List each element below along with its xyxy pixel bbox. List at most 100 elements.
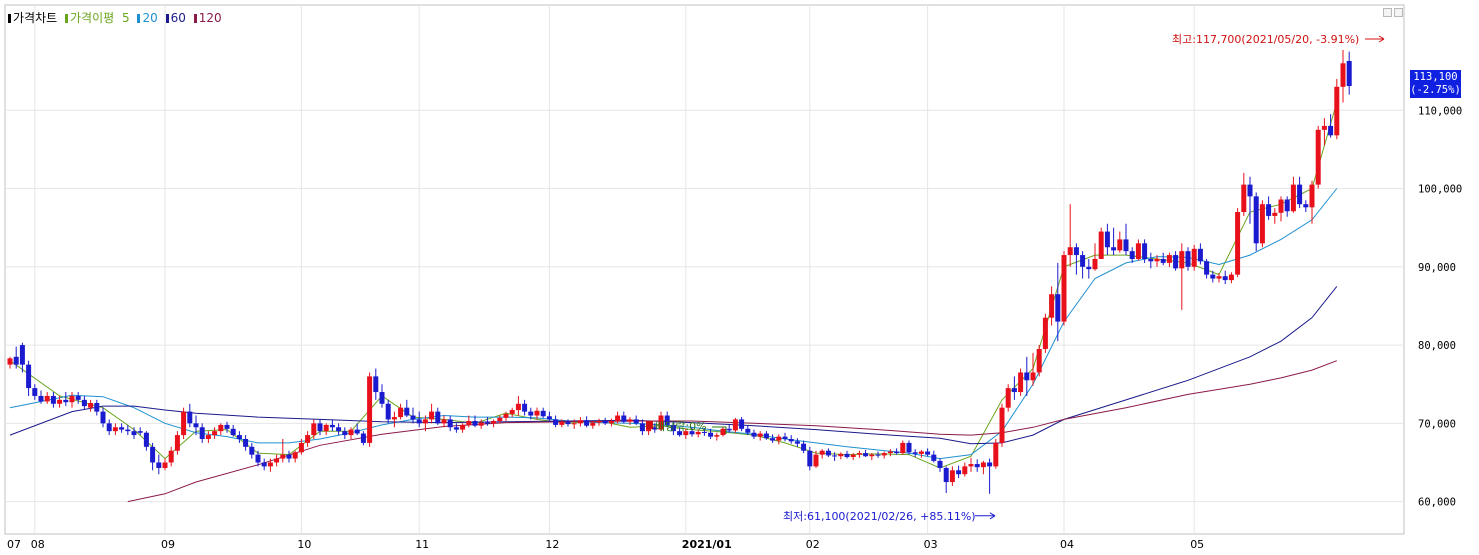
candle-body[interactable] <box>627 419 633 422</box>
candle-body[interactable] <box>131 431 137 436</box>
candle-body[interactable] <box>590 422 596 426</box>
candle-body[interactable] <box>1154 258 1160 262</box>
candle-body[interactable] <box>422 419 428 424</box>
candle-body[interactable] <box>515 403 521 411</box>
candle-body[interactable] <box>956 470 962 475</box>
candle-body[interactable] <box>491 420 497 424</box>
candle-body[interactable] <box>32 388 38 396</box>
candle-body[interactable] <box>763 433 769 439</box>
candle-body[interactable] <box>739 419 745 429</box>
candle-body[interactable] <box>348 429 354 436</box>
candle-body[interactable] <box>900 442 906 454</box>
candle-body[interactable] <box>980 462 986 468</box>
candle-body[interactable] <box>1259 204 1265 244</box>
candle-body[interactable] <box>534 410 540 416</box>
candle-body[interactable] <box>602 420 608 424</box>
candle-body[interactable] <box>88 402 94 408</box>
candle-body[interactable] <box>912 452 918 454</box>
candle-body[interactable] <box>503 413 509 418</box>
candle-body[interactable] <box>639 423 645 432</box>
candle-body[interactable] <box>156 462 162 468</box>
candle-body[interactable] <box>336 427 342 432</box>
candle-body[interactable] <box>429 411 435 420</box>
candle-body[interactable] <box>1334 86 1340 136</box>
candle-body[interactable] <box>1030 372 1036 381</box>
candle-body[interactable] <box>869 454 875 457</box>
candle-body[interactable] <box>447 419 453 428</box>
candle-body[interactable] <box>317 423 323 432</box>
candle-body[interactable] <box>819 450 825 455</box>
legend-item-price-chart[interactable]: 가격차트 <box>8 11 57 25</box>
candle-body[interactable] <box>931 454 937 461</box>
candle-body[interactable] <box>441 419 447 424</box>
candle-body[interactable] <box>615 415 621 421</box>
candle-body[interactable] <box>801 443 807 451</box>
candle-body[interactable] <box>1228 274 1234 281</box>
candle-body[interactable] <box>1235 212 1241 275</box>
candle-body[interactable] <box>776 436 782 441</box>
candle-body[interactable] <box>1191 248 1197 267</box>
candle-body[interactable] <box>379 392 385 404</box>
candle-body[interactable] <box>1241 184 1247 213</box>
candle-body[interactable] <box>714 435 720 437</box>
candle-body[interactable] <box>1303 204 1309 208</box>
candle-body[interactable] <box>7 358 13 365</box>
candle-body[interactable] <box>174 435 180 451</box>
candle-body[interactable] <box>863 453 869 457</box>
candle-body[interactable] <box>199 427 205 439</box>
candle-body[interactable] <box>367 376 373 443</box>
candle-body[interactable] <box>745 428 751 433</box>
candle-body[interactable] <box>937 460 943 468</box>
candle-body[interactable] <box>881 453 887 456</box>
candle-body[interactable] <box>13 356 19 365</box>
candle-body[interactable] <box>69 395 75 403</box>
candle-body[interactable] <box>497 417 503 421</box>
candle-body[interactable] <box>1297 184 1303 205</box>
candle-body[interactable] <box>280 454 286 459</box>
candle-body[interactable] <box>125 429 131 432</box>
candle-body[interactable] <box>81 399 87 407</box>
candlestick-chart[interactable]: 60,000 70,000 80,000 90,000 100,000 110,000 07… <box>0 0 1479 555</box>
candle-body[interactable] <box>887 451 893 454</box>
candle-body[interactable] <box>162 462 168 468</box>
maximize-icon[interactable] <box>1383 8 1392 17</box>
candle-body[interactable] <box>751 432 757 437</box>
candle-body[interactable] <box>974 464 980 468</box>
candle-body[interactable] <box>1272 212 1278 216</box>
candle-body[interactable] <box>1309 184 1315 208</box>
candle-body[interactable] <box>1340 63 1346 87</box>
candle-body[interactable] <box>453 427 459 430</box>
candle-body[interactable] <box>1210 274 1216 279</box>
candle-body[interactable] <box>825 450 831 456</box>
candle-body[interactable] <box>850 454 856 457</box>
candle-body[interactable] <box>298 442 304 453</box>
candle-body[interactable] <box>1011 388 1017 393</box>
candle-body[interactable] <box>571 423 577 425</box>
candle-body[interactable] <box>807 450 813 467</box>
candle-body[interactable] <box>1247 184 1253 197</box>
candle-body[interactable] <box>1290 184 1296 212</box>
candle-body[interactable] <box>1092 258 1098 270</box>
candle-body[interactable] <box>925 451 931 455</box>
candle-body[interactable] <box>1179 251 1185 269</box>
candle-body[interactable] <box>1185 251 1191 267</box>
candle-body[interactable] <box>1005 388 1011 408</box>
candle-body[interactable] <box>94 402 100 412</box>
candle-body[interactable] <box>1086 266 1092 270</box>
candle-body[interactable] <box>553 419 559 425</box>
candle-body[interactable] <box>435 411 441 424</box>
close-icon[interactable] <box>1394 8 1403 17</box>
candle-body[interactable] <box>1036 348 1042 373</box>
candle-body[interactable] <box>249 446 255 455</box>
candle-body[interactable] <box>943 467 949 483</box>
candle-body[interactable] <box>708 432 714 437</box>
candle-body[interactable] <box>63 399 69 403</box>
candle-body[interactable] <box>100 411 106 424</box>
candle-body[interactable] <box>329 424 335 428</box>
candle-body[interactable] <box>305 435 311 443</box>
candle-body[interactable] <box>410 415 416 420</box>
candle-body[interactable] <box>212 431 218 436</box>
candle-body[interactable] <box>856 453 862 455</box>
candle-body[interactable] <box>540 410 546 417</box>
candle-body[interactable] <box>1061 255 1067 322</box>
